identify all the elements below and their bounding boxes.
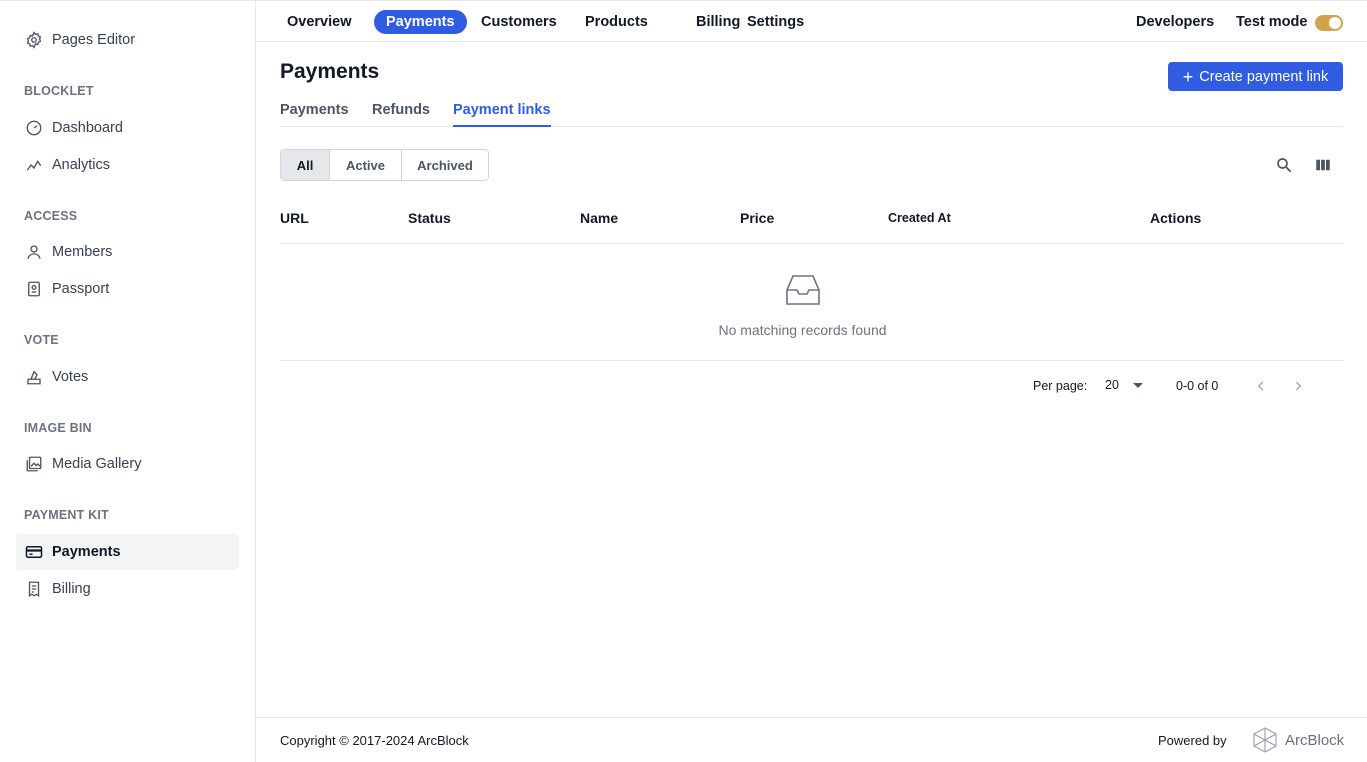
- footer: Copyright © 2017-2024 ArcBlock Powered b…: [256, 717, 1367, 762]
- column-header-created-at[interactable]: Created At: [888, 211, 951, 225]
- page-title: Payments: [280, 60, 380, 83]
- per-page-select[interactable]: 20: [1105, 378, 1143, 392]
- sidebar-item-votes[interactable]: Votes: [16, 359, 239, 395]
- sidebar-item-label: Payments: [52, 544, 121, 560]
- sidebar-item-billing[interactable]: Billing: [16, 571, 239, 607]
- sidebar-item-payments[interactable]: Payments: [16, 534, 239, 570]
- section-heading-payment-kit: PAYMENT KIT: [24, 508, 109, 522]
- tab-payment-links[interactable]: Payment links: [453, 102, 551, 127]
- columns-icon[interactable]: [1311, 153, 1335, 177]
- empty-message: No matching records found: [718, 322, 887, 338]
- next-page-button[interactable]: [1288, 376, 1308, 396]
- analytics-icon: [24, 155, 44, 175]
- test-mode-toggle[interactable]: [1315, 15, 1343, 31]
- sidebar-item-media-gallery[interactable]: Media Gallery: [16, 446, 239, 482]
- sidebar-item-dashboard[interactable]: Dashboard: [16, 110, 239, 146]
- arcblock-logo-icon: [1251, 726, 1279, 754]
- create-payment-link-button[interactable]: + Create payment link: [1168, 62, 1343, 91]
- nav-payments[interactable]: Payments: [374, 10, 467, 34]
- nav-developers[interactable]: Developers: [1124, 10, 1226, 34]
- column-header-name[interactable]: Name: [580, 210, 618, 226]
- sidebar-item-label: Votes: [52, 369, 89, 385]
- sidebar-item-label: Pages Editor: [52, 32, 136, 48]
- filter-archived[interactable]: Archived: [402, 150, 488, 180]
- column-header-status[interactable]: Status: [408, 210, 451, 226]
- nav-settings[interactable]: Settings: [735, 10, 816, 34]
- empty-state: No matching records found: [280, 244, 1343, 361]
- inbox-icon: [785, 274, 821, 306]
- brand-name: ArcBlock: [1285, 731, 1345, 749]
- per-page-value: 20: [1105, 378, 1119, 392]
- sidebar-item-label: Billing: [52, 581, 91, 597]
- dashboard-icon: [24, 118, 44, 138]
- nav-customers[interactable]: Customers: [469, 10, 569, 34]
- powered-by-label: Powered by: [1158, 733, 1227, 748]
- pagination-range: 0-0 of 0: [1176, 379, 1219, 393]
- per-page-label: Per page:: [1033, 379, 1088, 393]
- receipt-icon: [24, 579, 44, 599]
- sidebar-item-pages-editor[interactable]: Pages Editor: [16, 22, 239, 58]
- vote-icon: [24, 367, 44, 387]
- credit-card-icon: [24, 542, 44, 562]
- top-navigation: Overview Payments Customers Products Bil…: [256, 0, 1367, 42]
- tab-payments[interactable]: Payments: [280, 102, 349, 127]
- section-heading-blocklet: BLOCKLET: [24, 84, 94, 98]
- user-icon: [24, 242, 44, 262]
- column-header-actions: Actions: [1150, 210, 1202, 226]
- section-heading-vote: VOTE: [24, 333, 59, 347]
- sidebar-item-analytics[interactable]: Analytics: [16, 147, 239, 183]
- plus-icon: +: [1182, 66, 1194, 87]
- tab-refunds[interactable]: Refunds: [372, 102, 430, 127]
- test-mode-label: Test mode: [1236, 14, 1308, 30]
- sidebar-item-passport[interactable]: Passport: [16, 271, 239, 307]
- passport-icon: [24, 279, 44, 299]
- sidebar-item-members[interactable]: Members: [16, 234, 239, 270]
- subtabs: Payments Refunds Payment links: [280, 98, 1343, 127]
- filter-all[interactable]: All: [281, 150, 330, 180]
- arcblock-brand-link[interactable]: ArcBlock: [1251, 726, 1344, 754]
- nav-overview[interactable]: Overview: [275, 10, 364, 34]
- create-button-label: Create payment link: [1199, 68, 1329, 85]
- status-filter-group: All Active Archived: [280, 149, 489, 181]
- section-heading-image-bin: IMAGE BIN: [24, 421, 92, 435]
- copyright-text: Copyright © 2017-2024 ArcBlock: [280, 733, 469, 748]
- previous-page-button[interactable]: [1251, 376, 1271, 396]
- sidebar-item-label: Passport: [52, 281, 110, 297]
- sidebar-item-label: Media Gallery: [52, 456, 142, 472]
- sidebar-item-label: Members: [52, 244, 113, 260]
- chevron-down-icon: [1132, 382, 1143, 388]
- search-icon[interactable]: [1272, 153, 1296, 177]
- sidebar-item-label: Analytics: [52, 157, 111, 173]
- filter-active[interactable]: Active: [330, 150, 402, 180]
- gear-icon: [24, 30, 44, 50]
- image-icon: [24, 454, 44, 474]
- column-header-url[interactable]: URL: [280, 210, 309, 226]
- table-header: URL Status Name Price Created At Actions: [280, 198, 1343, 244]
- sidebar: Pages Editor BLOCKLET Dashboard Analytic…: [0, 0, 256, 762]
- toggle-knob: [1329, 17, 1341, 29]
- column-header-price[interactable]: Price: [740, 210, 774, 226]
- sidebar-item-label: Dashboard: [52, 120, 123, 136]
- section-heading-access: ACCESS: [24, 209, 78, 223]
- nav-products[interactable]: Products: [573, 10, 660, 34]
